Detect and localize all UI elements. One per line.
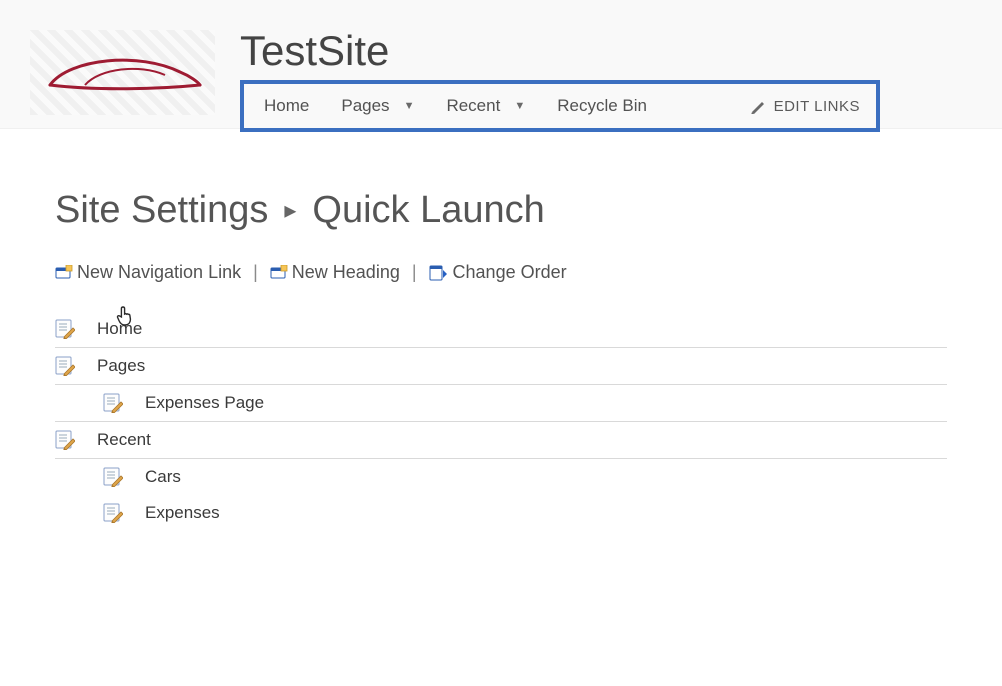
content: Site Settings ▸ Quick Launch New Navigat… [0, 129, 1002, 571]
top-nav: Home Pages ▼ Recent ▼ Recycle Bin EDIT L… [240, 80, 880, 132]
topnav-pages[interactable]: Pages ▼ [331, 96, 436, 116]
edit-icon[interactable] [103, 467, 123, 487]
tool-label: New Heading [292, 262, 400, 283]
breadcrumb-separator-icon: ▸ [284, 196, 296, 225]
topnav-label: Pages [341, 96, 389, 116]
link-icon [55, 265, 73, 281]
ql-label[interactable]: Cars [145, 467, 181, 487]
chevron-down-icon: ▼ [514, 100, 525, 112]
edit-icon[interactable] [103, 503, 123, 523]
quick-launch-tree: Home Pages Expenses Page Recent Cars Exp… [55, 311, 947, 531]
order-icon [429, 264, 449, 282]
link-icon [270, 265, 288, 281]
topnav-label: Recycle Bin [557, 96, 647, 116]
edit-icon[interactable] [55, 356, 75, 376]
ql-item-expenses-page: Expenses Page [55, 385, 947, 422]
new-heading-button[interactable]: New Heading [270, 262, 400, 283]
ql-item-pages: Pages [55, 348, 947, 385]
ql-item-recent: Recent [55, 422, 947, 459]
edit-links-button[interactable]: EDIT LINKS [744, 98, 866, 115]
ql-label[interactable]: Expenses Page [145, 393, 264, 413]
ql-label[interactable]: Recent [97, 430, 151, 450]
topnav-label: Home [264, 96, 309, 116]
breadcrumb: Site Settings ▸ Quick Launch [55, 189, 947, 232]
breadcrumb-parent[interactable]: Site Settings [55, 189, 268, 232]
new-nav-link-button[interactable]: New Navigation Link [55, 262, 241, 283]
topnav-label: Recent [446, 96, 500, 116]
change-order-button[interactable]: Change Order [429, 262, 567, 283]
header: TestSite Home Pages ▼ Recent ▼ Recycle B… [0, 0, 1002, 129]
topnav-recyclebin[interactable]: Recycle Bin [547, 96, 669, 116]
breadcrumb-current: Quick Launch [312, 189, 544, 232]
tool-label: Change Order [453, 262, 567, 283]
ql-label[interactable]: Pages [97, 356, 145, 376]
chevron-down-icon: ▼ [404, 100, 415, 112]
topnav-recent[interactable]: Recent ▼ [436, 96, 547, 116]
tool-label: New Navigation Link [77, 262, 241, 283]
site-title[interactable]: TestSite [240, 30, 880, 72]
edit-icon[interactable] [103, 393, 123, 413]
pencil-icon [750, 98, 766, 114]
edit-links-label: EDIT LINKS [774, 98, 860, 115]
ql-item-cars: Cars [55, 459, 947, 495]
separator: | [253, 262, 258, 283]
ql-item-home: Home [55, 311, 947, 348]
topnav-home[interactable]: Home [254, 96, 331, 116]
separator: | [412, 262, 417, 283]
edit-icon[interactable] [55, 319, 75, 339]
edit-icon[interactable] [55, 430, 75, 450]
ql-label[interactable]: Expenses [145, 503, 220, 523]
ql-item-expenses: Expenses [55, 495, 947, 531]
ql-toolbar: New Navigation Link | New Heading | Chan… [55, 262, 947, 283]
site-logo[interactable] [30, 30, 215, 115]
